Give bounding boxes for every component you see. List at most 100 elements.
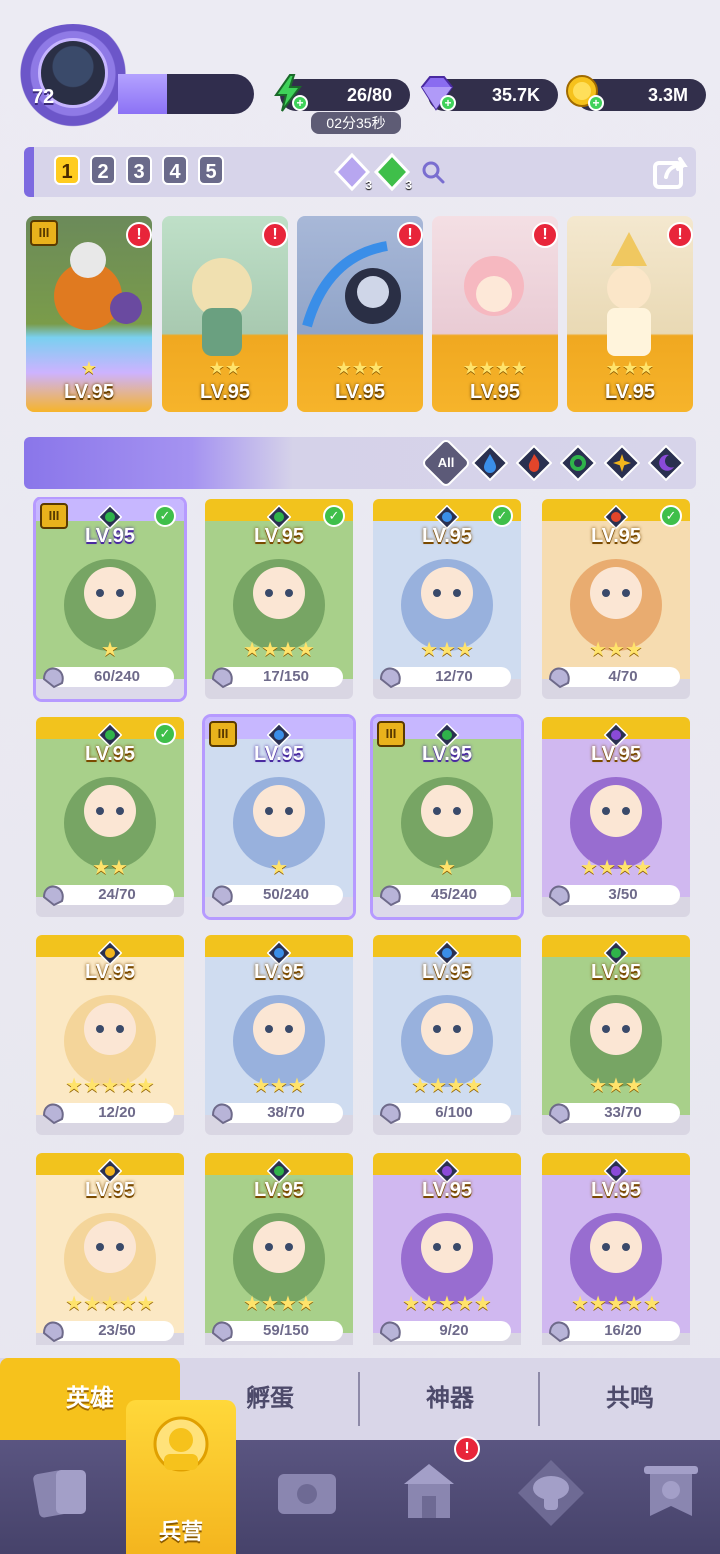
shard-count: 38/70 <box>267 1104 305 1121</box>
hero-card[interactable]: LV.95 ★★★★ 3/50 <box>542 717 690 917</box>
team-tab-1[interactable]: 1 <box>54 155 80 185</box>
light-element-icon[interactable] <box>604 445 640 481</box>
shard-progress: 24/70 <box>42 885 174 907</box>
element-filter-bar: All <box>24 437 696 489</box>
hero-level: LV.95 <box>590 1179 642 1201</box>
nav-guild[interactable] <box>496 1440 606 1554</box>
nav-barracks[interactable]: 兵营 <box>126 1400 236 1554</box>
hero-card[interactable]: LV.95 ★★★★ 6/100 <box>373 935 521 1135</box>
filter-all-label: All <box>437 455 455 470</box>
in-team-check-icon: ✓ <box>154 723 176 745</box>
water-element-icon[interactable] <box>472 445 508 481</box>
tab-artifact[interactable]: 神器 <box>360 1358 540 1440</box>
tab-resonance[interactable]: 共鸣 <box>540 1358 720 1440</box>
energy-icon: + <box>274 74 308 112</box>
hero-roster-grid: III ✓ LV.95 ★ 60/240 ✓ LV.95 ★★★★ 17/150 ✓ LV.95 ★★… <box>0 497 720 1345</box>
shard-count: 4/70 <box>608 668 638 685</box>
hero-shard-icon <box>379 667 401 689</box>
xp-bar <box>118 74 254 114</box>
shard-count: 33/70 <box>604 1104 642 1121</box>
share-icon[interactable] <box>652 153 690 191</box>
star-rating: ★★★ <box>589 639 643 661</box>
hero-card[interactable]: III LV.95 ★ 50/240 <box>205 717 353 917</box>
star-rating: ★★★ <box>420 639 474 661</box>
star-rating: ★ <box>80 358 98 378</box>
hero-card[interactable]: LV.95 ★★★★★ 23/50 <box>36 1153 184 1345</box>
team-slot-1[interactable]: III ★ LV.95 ! <box>26 216 152 412</box>
player-level: 72 <box>32 86 55 108</box>
hero-card[interactable]: III ✓ LV.95 ★ 60/240 <box>36 499 184 699</box>
hero-shard-icon <box>42 1321 64 1343</box>
nav-banner[interactable] <box>616 1440 720 1554</box>
team-tab-5[interactable]: 5 <box>198 155 224 185</box>
hero-card[interactable]: ✓ LV.95 ★★★ 12/70 <box>373 499 521 699</box>
hero-card[interactable]: ✓ LV.95 ★★★★ 17/150 <box>205 499 353 699</box>
shard-count: 45/240 <box>431 886 477 903</box>
shard-count: 50/240 <box>263 886 309 903</box>
dark-element-icon[interactable] <box>648 445 684 481</box>
purple-shard-counter[interactable]: 3 <box>332 152 372 192</box>
shard-progress: 6/100 <box>379 1103 511 1125</box>
shard-progress: 60/240 <box>42 667 174 689</box>
hero-shard-icon <box>548 1103 570 1125</box>
nav-shop[interactable]: ! <box>374 1436 484 1554</box>
hero-card[interactable]: ✓ LV.95 ★★★ 4/70 <box>542 499 690 699</box>
svg-text:+: + <box>592 96 599 110</box>
nav-cards[interactable] <box>8 1440 118 1554</box>
gold-coin-icon: + <box>566 75 604 111</box>
team-slot-4[interactable]: ★★★★ LV.95 ! <box>432 216 558 412</box>
alert-badge: ! <box>126 222 152 248</box>
barracks-icon <box>153 1416 209 1472</box>
star-rating: ★★★★ <box>243 639 315 661</box>
shard-count: 6/100 <box>435 1104 473 1121</box>
player-avatar[interactable]: 72 <box>12 24 134 134</box>
hero-card[interactable]: III LV.95 ★ 45/240 <box>373 717 521 917</box>
shard-progress: 38/70 <box>211 1103 343 1125</box>
hero-level: LV.95 <box>253 961 305 983</box>
hero-level: LV.95 <box>590 961 642 983</box>
team-tab-2[interactable]: 2 <box>90 155 116 185</box>
team-tab-4[interactable]: 4 <box>162 155 188 185</box>
gold-counter[interactable]: + 3.3M <box>566 75 706 111</box>
shard-progress: 12/70 <box>379 667 511 689</box>
search-icon[interactable] <box>420 159 446 185</box>
star-rating: ★★★ <box>335 358 385 378</box>
team-tab-3[interactable]: 3 <box>126 155 152 185</box>
fire-element-icon[interactable] <box>516 445 552 481</box>
star-rating: ★★★★★ <box>65 1293 155 1315</box>
hero-card[interactable]: LV.95 ★★★★★ 16/20 <box>542 1153 690 1345</box>
energy-timer: 02分35秒 <box>311 112 401 134</box>
team-slot-5[interactable]: ★★★ LV.95 ! <box>567 216 693 412</box>
star-rating: ★★★★ <box>243 1293 315 1315</box>
hero-level: LV.95 <box>421 743 473 765</box>
shard-progress: 23/50 <box>42 1321 174 1343</box>
energy-counter[interactable]: + 26/80 <box>274 74 410 112</box>
hero-level: LV.95 <box>590 525 642 547</box>
hero-level: LV.95 <box>84 525 136 547</box>
gem-counter[interactable]: + 35.7K <box>420 76 558 111</box>
nature-element-icon[interactable] <box>560 445 596 481</box>
shard-count: 3/50 <box>608 886 638 903</box>
hero-card[interactable]: LV.95 ★★★★★ 9/20 <box>373 1153 521 1345</box>
green-shard-counter[interactable]: 3 <box>372 152 412 192</box>
alert-badge: ! <box>667 222 693 248</box>
hero-card[interactable]: LV.95 ★★★ 33/70 <box>542 935 690 1135</box>
hero-level: LV.95 <box>334 381 386 403</box>
star-rating: ★★★★ <box>580 857 652 879</box>
hero-card[interactable]: ✓ LV.95 ★★ 24/70 <box>36 717 184 917</box>
hero-shard-icon <box>379 1321 401 1343</box>
nav-map[interactable] <box>252 1440 362 1554</box>
in-team-check-icon: ✓ <box>323 505 345 527</box>
filter-all[interactable]: All <box>420 437 472 489</box>
shard-progress: 17/150 <box>211 667 343 689</box>
shard-count: 23/50 <box>98 1322 136 1339</box>
team-slot-3[interactable]: ★★★ LV.95 ! <box>297 216 423 412</box>
shard-count: 12/20 <box>98 1104 136 1121</box>
hero-card[interactable]: LV.95 ★★★ 38/70 <box>205 935 353 1135</box>
shard-count: 16/20 <box>604 1322 642 1339</box>
hero-card[interactable]: LV.95 ★★★★ 59/150 <box>205 1153 353 1345</box>
cards-icon <box>33 1470 86 1518</box>
hero-card[interactable]: LV.95 ★★★★★ 12/20 <box>36 935 184 1135</box>
mushroom-icon <box>518 1460 584 1526</box>
team-slot-2[interactable]: ★★ LV.95 ! <box>162 216 288 412</box>
